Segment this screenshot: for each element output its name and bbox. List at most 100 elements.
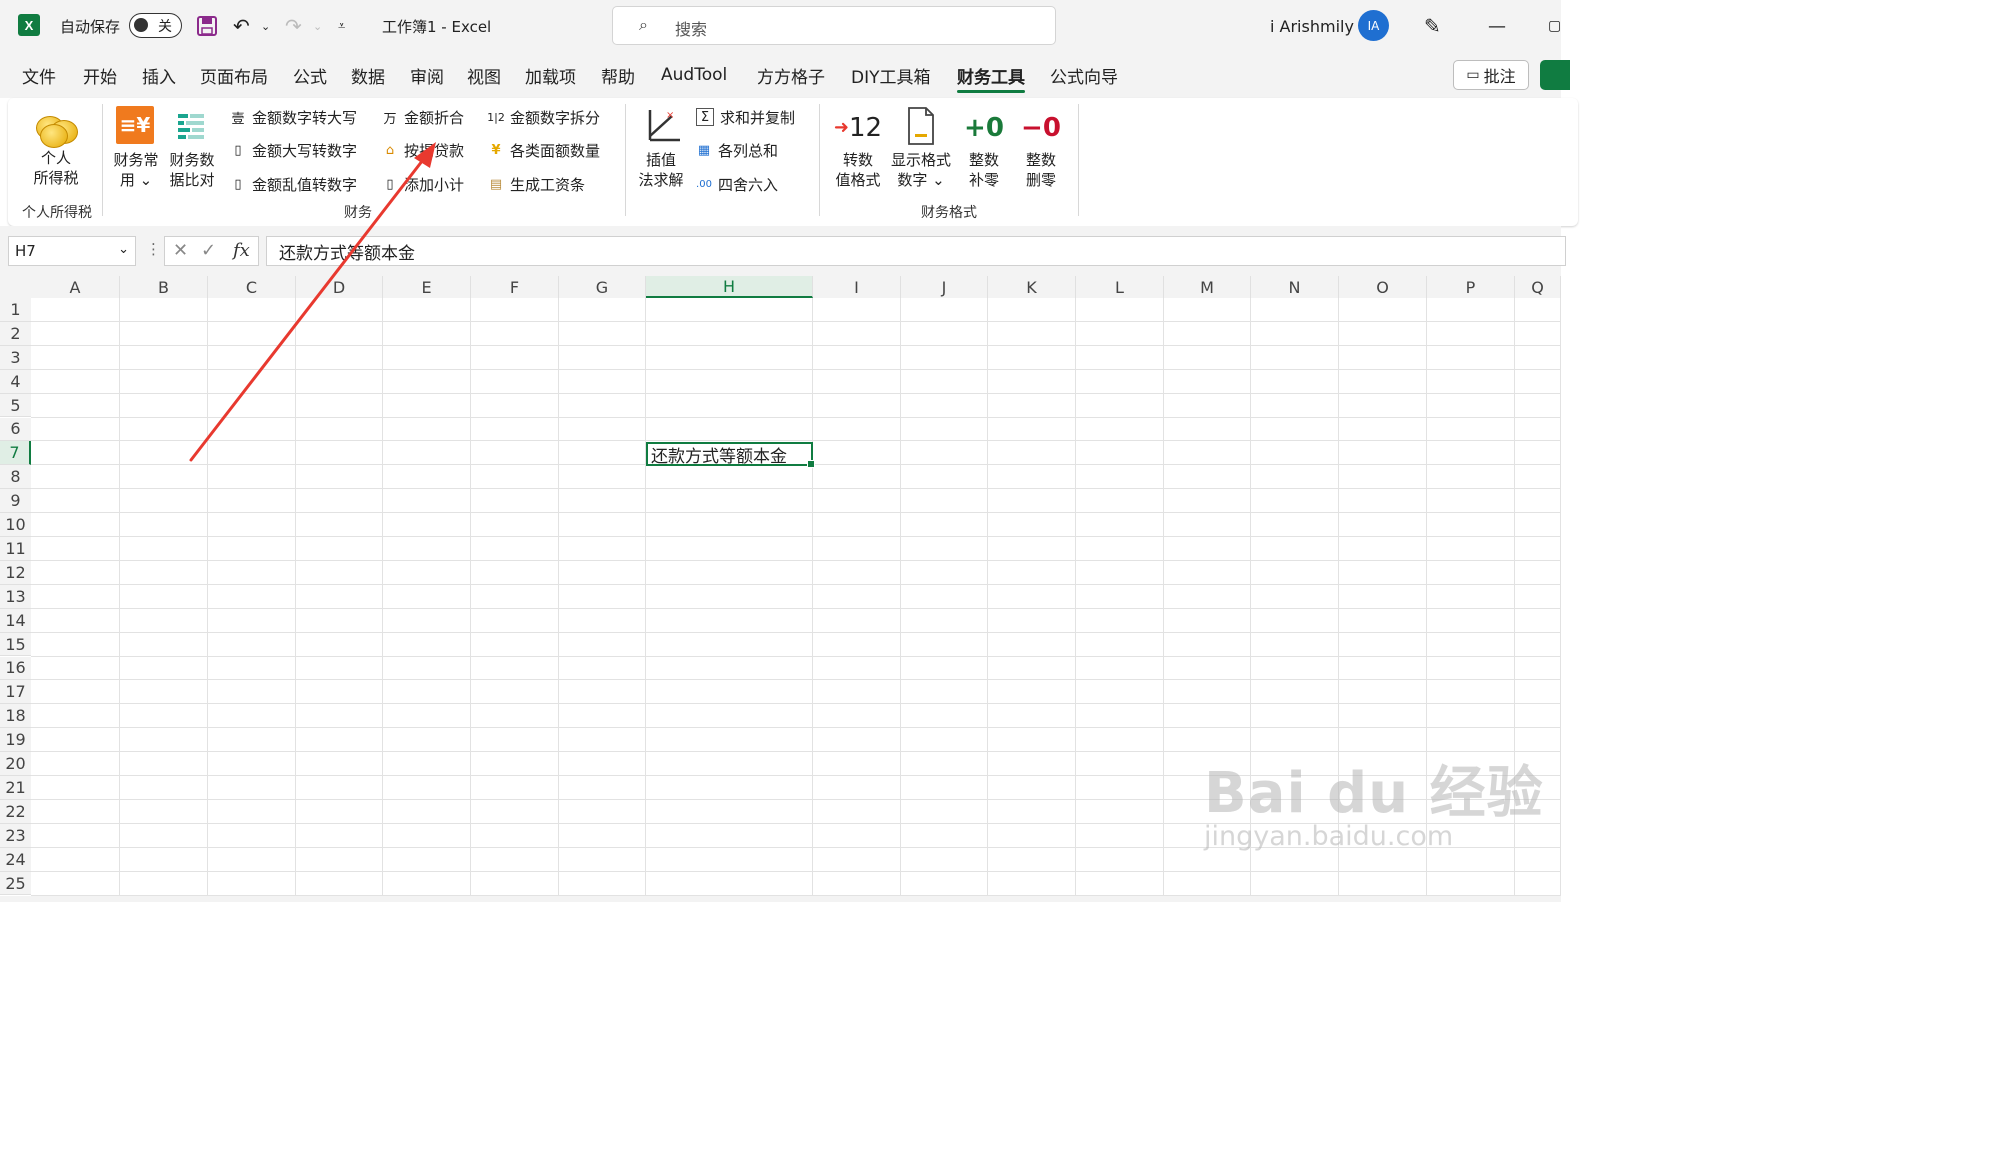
- column-header-l[interactable]: L: [1076, 276, 1164, 298]
- column-header-i[interactable]: I: [813, 276, 901, 298]
- amount-to-uppercase-button[interactable]: 壹 金额数字转大写: [230, 105, 357, 129]
- column-header-c[interactable]: C: [208, 276, 296, 298]
- row-header-16[interactable]: 16: [0, 656, 31, 681]
- row-header-15[interactable]: 15: [0, 632, 31, 657]
- select-all-corner[interactable]: [0, 276, 31, 298]
- column-header-h[interactable]: H: [646, 276, 813, 298]
- redo-dropdown-icon[interactable]: ⌄: [313, 0, 322, 52]
- quick-access-menu-icon[interactable]: ⩡: [338, 0, 345, 52]
- integer-pad-zero-button[interactable]: +0 整数 补零: [956, 106, 1012, 190]
- column-header-n[interactable]: N: [1251, 276, 1339, 298]
- maximize-icon[interactable]: ▢: [1548, 0, 1561, 52]
- row-header-3[interactable]: 3: [0, 345, 31, 370]
- tab-home[interactable]: 开始: [83, 52, 117, 98]
- tab-page-layout[interactable]: 页面布局: [200, 52, 268, 98]
- column-totals-button[interactable]: ▦ 各列总和: [696, 138, 778, 162]
- row-header-18[interactable]: 18: [0, 704, 31, 729]
- autosave-toggle[interactable]: 关: [129, 13, 182, 38]
- add-subtotal-button[interactable]: ▯ 添加小计: [382, 172, 464, 196]
- formula-input[interactable]: 还款方式等额本金: [266, 236, 1566, 266]
- tab-data[interactable]: 数据: [351, 52, 385, 98]
- sum-and-copy-button[interactable]: Σ 求和并复制: [696, 105, 795, 129]
- tab-addins[interactable]: 加载项: [525, 52, 576, 98]
- integer-remove-zero-button[interactable]: −0 整数 删零: [1013, 106, 1069, 190]
- column-header-q[interactable]: Q: [1515, 276, 1561, 298]
- row-header-9[interactable]: 9: [0, 489, 31, 514]
- save-icon[interactable]: [196, 0, 218, 52]
- more-options-icon[interactable]: ⋮: [146, 240, 161, 258]
- row-header-22[interactable]: 22: [0, 799, 31, 824]
- undo-icon[interactable]: ↶: [233, 0, 250, 52]
- search-box[interactable]: ⌕ 搜索: [612, 6, 1056, 45]
- redo-icon[interactable]: ↷: [285, 0, 302, 52]
- row-header-7[interactable]: 7: [0, 441, 31, 466]
- pen-icon[interactable]: ✎: [1424, 0, 1441, 52]
- fill-handle[interactable]: [807, 460, 815, 468]
- name-box[interactable]: H7 ⌄: [8, 236, 136, 266]
- row-header-20[interactable]: 20: [0, 752, 31, 776]
- row-header-24[interactable]: 24: [0, 847, 31, 872]
- finance-common-button[interactable]: ≡¥ 财务常 用 ⌄: [108, 106, 164, 190]
- row-header-1[interactable]: 1: [0, 298, 31, 322]
- row-header-13[interactable]: 13: [0, 584, 31, 609]
- function-icon[interactable]: fx: [233, 240, 250, 261]
- column-header-g[interactable]: G: [559, 276, 646, 298]
- tab-formula-wizard[interactable]: 公式向导: [1050, 52, 1118, 98]
- column-header-p[interactable]: P: [1427, 276, 1515, 298]
- row-header-21[interactable]: 21: [0, 776, 31, 800]
- cancel-icon[interactable]: ✕: [173, 240, 188, 261]
- tab-diy-toolbox[interactable]: DIY工具箱: [851, 52, 931, 98]
- tab-formulas[interactable]: 公式: [293, 52, 327, 98]
- row-header-12[interactable]: 12: [0, 560, 31, 585]
- column-header-b[interactable]: B: [120, 276, 208, 298]
- row-header-23[interactable]: 23: [0, 823, 31, 848]
- column-header-m[interactable]: M: [1164, 276, 1251, 298]
- row-header-19[interactable]: 19: [0, 728, 31, 753]
- column-header-a[interactable]: A: [31, 276, 120, 298]
- tab-finance-tools[interactable]: 财务工具: [957, 52, 1025, 98]
- personal-tax-button[interactable]: 个人 所得税: [26, 108, 86, 188]
- uppercase-to-amount-button[interactable]: ▯ 金额大写转数字: [230, 138, 357, 162]
- tab-view[interactable]: 视图: [467, 52, 501, 98]
- comments-button[interactable]: ▭ 批注: [1453, 60, 1529, 90]
- column-header-o[interactable]: O: [1339, 276, 1427, 298]
- tab-review[interactable]: 审阅: [410, 52, 444, 98]
- amount-conversion-button[interactable]: 万 金额折合: [382, 105, 464, 129]
- minimize-icon[interactable]: —: [1488, 0, 1506, 52]
- tab-insert[interactable]: 插入: [142, 52, 176, 98]
- row-header-6[interactable]: 6: [0, 417, 31, 442]
- tab-help[interactable]: 帮助: [601, 52, 635, 98]
- row-header-5[interactable]: 5: [0, 393, 31, 418]
- row-header-11[interactable]: 11: [0, 537, 31, 561]
- row-header-4[interactable]: 4: [0, 369, 31, 394]
- undo-dropdown-icon[interactable]: ⌄: [261, 0, 270, 52]
- avatar[interactable]: IA: [1358, 10, 1389, 41]
- finance-compare-button[interactable]: 财务数 据比对: [164, 106, 220, 190]
- tab-file[interactable]: 文件: [22, 52, 56, 98]
- user-name[interactable]: i Arishmily: [1270, 0, 1354, 52]
- mortgage-loan-button[interactable]: ⌂ 按揭贷款: [382, 138, 464, 162]
- chevron-down-icon[interactable]: ⌄: [118, 242, 129, 257]
- confirm-icon[interactable]: ✓: [201, 240, 216, 261]
- row-header-2[interactable]: 2: [0, 321, 31, 346]
- column-header-k[interactable]: K: [988, 276, 1076, 298]
- interpolation-solve-button[interactable]: × 插值 法求解: [632, 106, 690, 190]
- tab-fangfang[interactable]: 方方格子: [757, 52, 825, 98]
- split-amount-digits-button[interactable]: 1|2 金额数字拆分: [487, 105, 600, 129]
- row-header-14[interactable]: 14: [0, 608, 31, 633]
- column-header-e[interactable]: E: [383, 276, 471, 298]
- garbled-to-number-button[interactable]: ▯ 金额乱值转数字: [230, 172, 357, 196]
- row-header-8[interactable]: 8: [0, 465, 31, 490]
- column-header-d[interactable]: D: [296, 276, 383, 298]
- row-header-10[interactable]: 10: [0, 513, 31, 537]
- active-cell-h7[interactable]: 还款方式等额本金: [646, 442, 815, 468]
- denomination-count-button[interactable]: ¥ 各类面额数量: [488, 138, 600, 162]
- round-half-even-button[interactable]: .00 四舍六入: [696, 172, 778, 196]
- display-format-button[interactable]: 显示格式 数字 ⌄: [886, 106, 956, 190]
- column-header-j[interactable]: J: [901, 276, 988, 298]
- convert-number-format-button[interactable]: ➜ 12 转数 值格式: [826, 106, 890, 190]
- generate-payslip-button[interactable]: ▤ 生成工资条: [488, 172, 585, 196]
- row-header-17[interactable]: 17: [0, 680, 31, 705]
- tab-audtool[interactable]: AudTool: [661, 52, 727, 98]
- column-header-f[interactable]: F: [471, 276, 559, 298]
